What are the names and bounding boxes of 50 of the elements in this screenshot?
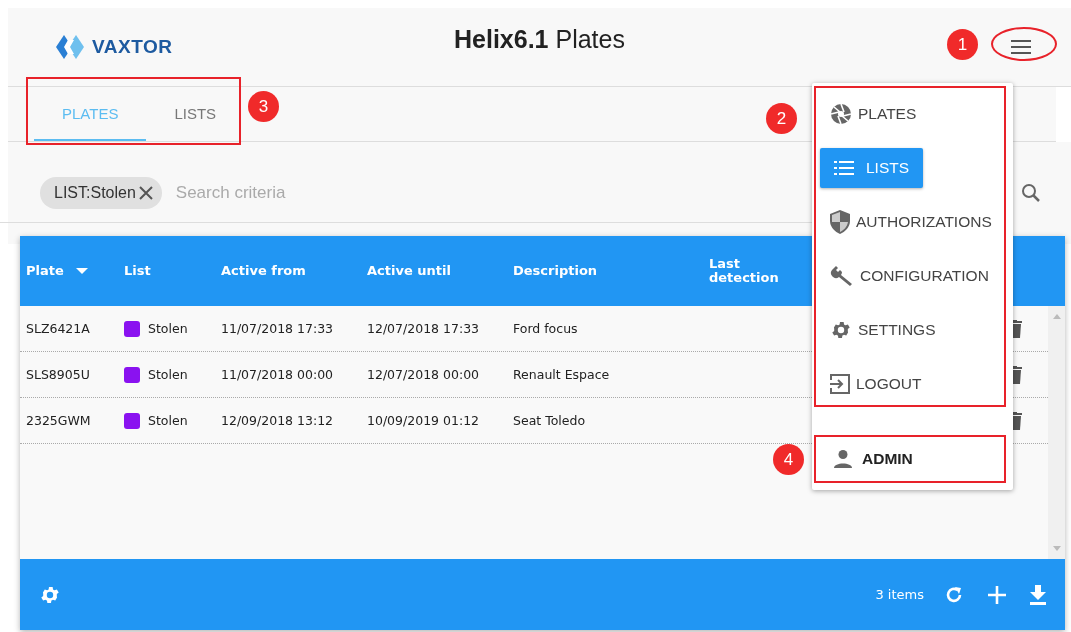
table-cell-text: Seat Toledo: [513, 413, 587, 428]
logo-text: VAXTOR: [92, 36, 173, 58]
table-cell: Stolen: [148, 321, 188, 336]
table-cell-text: 12/07/2018 17:33: [367, 321, 481, 336]
column-header[interactable]: Plate: [26, 263, 64, 279]
highlight-oval: [991, 27, 1057, 61]
table-cell-text: 2325GWM: [26, 413, 92, 428]
menu-item[interactable]: SETTINGS: [820, 310, 946, 350]
tab[interactable]: LISTS: [146, 87, 245, 141]
person-icon: [834, 450, 852, 468]
table-cell-text: SLZ6421A: [26, 321, 91, 336]
logout-icon: [830, 374, 850, 394]
download-icon[interactable]: [1030, 584, 1046, 605]
menu-item[interactable]: LISTS: [820, 148, 924, 188]
user-menu-item[interactable]: ADMIN: [820, 439, 923, 479]
scroll-down-icon[interactable]: [1052, 546, 1061, 551]
table-cell-text: SLS8905U: [26, 367, 91, 382]
table-cell-text: 11/07/2018 00:00: [221, 367, 335, 382]
table-cell: Stolen: [148, 367, 188, 382]
scroll-up-icon[interactable]: [1052, 314, 1061, 319]
menu-item[interactable]: CONFIGURATION: [820, 256, 999, 296]
column-header[interactable]: List: [124, 263, 151, 279]
table-cell-text: 11/07/2018 17:33: [221, 321, 335, 336]
table-cell-text: 12/07/2018 00:00: [367, 367, 481, 382]
search-icon[interactable]: [1021, 183, 1041, 203]
menu-item[interactable]: AUTHORIZATIONS: [820, 202, 1002, 242]
sort-caret-icon[interactable]: [75, 268, 88, 274]
scrollbar[interactable]: [1048, 306, 1065, 559]
column-header[interactable]: Active from: [221, 263, 306, 279]
close-icon[interactable]: [137, 185, 154, 201]
menu-item[interactable]: PLATES: [820, 94, 927, 134]
menu-item[interactable]: LOGOUT: [820, 364, 932, 404]
item-count: 3 items: [875, 587, 924, 602]
refresh-icon[interactable]: [944, 584, 964, 605]
table-cell-text: 10/09/2019 01:12: [367, 413, 481, 428]
table-cell: Stolen: [148, 413, 188, 428]
filter-chip[interactable]: LIST:Stolen: [40, 177, 162, 209]
page-title: Helix6.1 Plates: [454, 25, 625, 54]
shield-icon: [830, 210, 850, 234]
aperture-icon: [830, 103, 852, 125]
table-cell-text: Ford focus: [513, 321, 579, 336]
settings-icon: [830, 319, 852, 341]
list-icon: [834, 161, 854, 175]
table-cell-text: Renault Espace: [513, 367, 611, 382]
column-header[interactable]: Description: [513, 263, 598, 279]
column-header[interactable]: Last detection: [709, 256, 789, 286]
wrench-icon: [830, 264, 854, 288]
add-icon[interactable]: [988, 585, 1006, 604]
column-header[interactable]: Active until: [367, 263, 451, 279]
table-cell-text: 12/09/2018 13:12: [221, 413, 335, 428]
